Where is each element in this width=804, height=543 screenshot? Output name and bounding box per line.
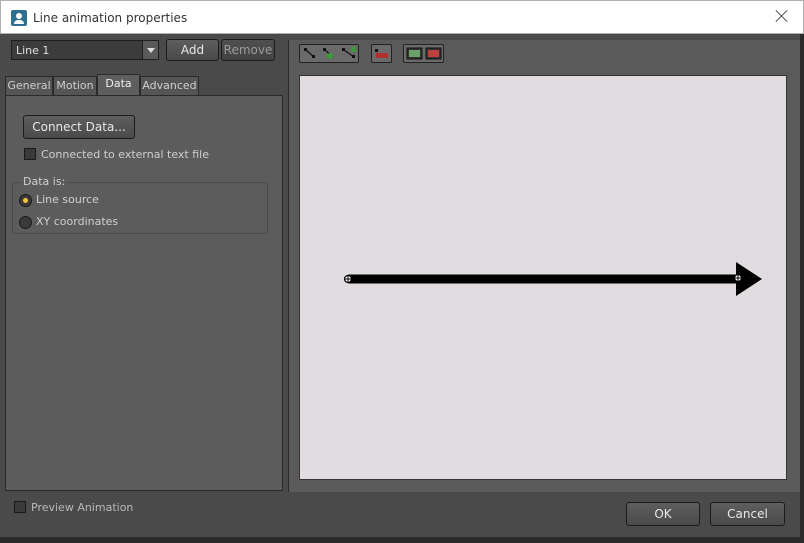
data-is-group: Data is: Line source XY coordinates bbox=[12, 175, 268, 234]
line-source-label: Line source bbox=[36, 193, 99, 206]
connected-external-label: Connected to external text file bbox=[41, 148, 209, 161]
zoom-fit-icon[interactable] bbox=[406, 47, 423, 60]
line-source-radio[interactable] bbox=[19, 194, 32, 207]
preview-animation-label: Preview Animation bbox=[31, 501, 134, 514]
delete-node-icon[interactable] bbox=[371, 44, 392, 63]
reset-view-icon[interactable] bbox=[425, 47, 442, 60]
xy-coordinates-radio[interactable] bbox=[19, 216, 32, 229]
data-is-group-title: Data is: bbox=[21, 175, 68, 188]
remove-button[interactable]: Remove bbox=[221, 39, 275, 61]
connect-data-button[interactable]: Connect Data... bbox=[23, 115, 135, 139]
node-select-icon[interactable] bbox=[304, 48, 315, 58]
line-dropdown-value: Line 1 bbox=[16, 44, 50, 57]
preview-frame bbox=[288, 40, 800, 492]
cancel-button[interactable]: Cancel bbox=[710, 502, 785, 526]
close-icon[interactable] bbox=[775, 9, 789, 23]
app-icon bbox=[11, 10, 27, 26]
end-node-handle[interactable] bbox=[733, 273, 743, 283]
add-node-icon[interactable] bbox=[323, 48, 334, 59]
dialog-body: Line 1 Add Remove General Motion Data Ad… bbox=[0, 34, 800, 537]
insert-node-icon[interactable] bbox=[342, 47, 356, 58]
line-preview-canvas[interactable] bbox=[299, 75, 787, 480]
window-title: Line animation properties bbox=[33, 11, 188, 25]
connected-external-checkbox[interactable] bbox=[24, 148, 36, 160]
tab-data[interactable]: Data bbox=[97, 74, 140, 96]
title-bar: Line animation properties bbox=[0, 0, 804, 34]
line-arrow-drawing bbox=[343, 262, 762, 296]
view-tools-group bbox=[403, 44, 444, 63]
node-tools-group bbox=[299, 44, 359, 63]
start-node-handle[interactable] bbox=[343, 274, 353, 284]
xy-coordinates-label: XY coordinates bbox=[36, 215, 119, 228]
tab-advanced[interactable]: Advanced bbox=[140, 76, 199, 96]
chevron-down-icon[interactable] bbox=[142, 41, 158, 59]
tab-motion[interactable]: Motion bbox=[53, 76, 97, 96]
ok-button[interactable]: OK bbox=[626, 502, 700, 526]
data-tab-panel: Connect Data... Connected to external te… bbox=[5, 95, 283, 491]
add-button[interactable]: Add bbox=[166, 39, 219, 61]
line-dropdown[interactable]: Line 1 bbox=[11, 40, 159, 60]
tab-general[interactable]: General bbox=[5, 76, 53, 96]
preview-animation-checkbox[interactable] bbox=[14, 501, 26, 513]
